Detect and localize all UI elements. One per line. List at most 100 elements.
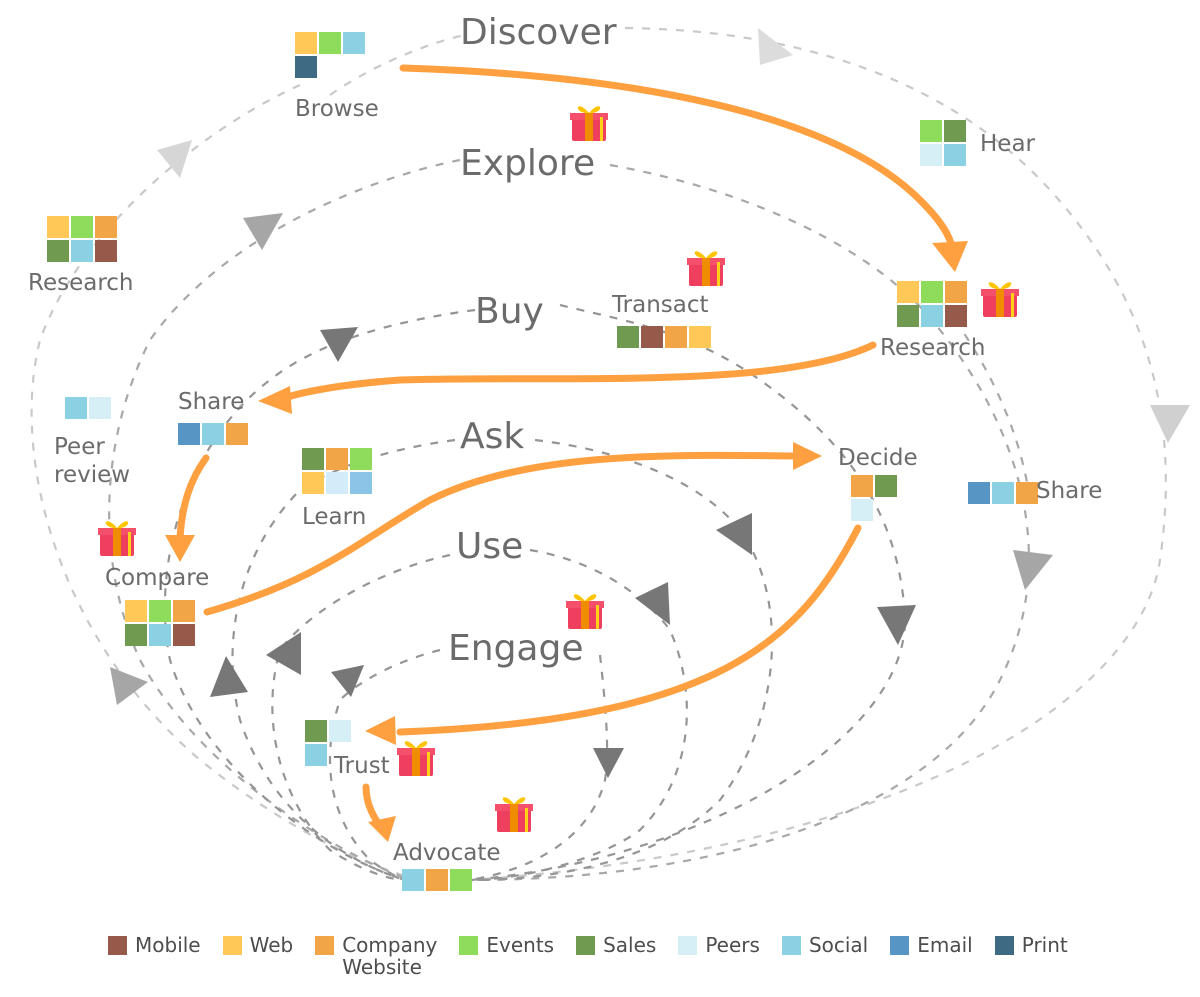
arrow-buy [320,327,358,362]
channel-swatch-company-website [945,281,967,303]
stage-engage: Engage [448,628,583,669]
legend-item-events: Events [459,934,554,978]
customer-journey-diagram: Discover Explore Buy Ask Use Engage Brow… [28,12,1190,891]
gift-icon [687,251,725,286]
legend-swatch [315,936,335,955]
channel-swatch-email [968,482,990,504]
arrow-share-right-down [1013,550,1053,590]
node-label: Peer [54,434,105,460]
channel-swatch-company-website [173,600,195,622]
node-label: Research [880,335,986,361]
channel-swatch-peers [851,499,873,521]
legend-item-mobile: Mobile [108,934,201,978]
channel-swatch-email [178,423,200,445]
channel-swatch-events [71,216,93,238]
legend-swatch [459,936,479,955]
gift-icon [566,594,604,629]
channel-swatch-company-website [95,216,117,238]
legend-item-company-website: Company Website [315,934,437,978]
gift-icon [570,106,608,141]
legend-label: Web [249,933,294,957]
node-compare: Compare [105,565,209,646]
legend-swatch [576,936,596,955]
channel-swatch-sales [305,720,327,742]
channel-swatch-web [125,600,147,622]
channel-swatch-sales [944,120,966,142]
channel-swatch-events [319,32,341,54]
legend-label: Social [808,933,869,957]
channel-swatch-sales [302,448,324,470]
stage-discover: Discover [460,12,617,53]
node-label: Trust [333,753,390,779]
channel-swatch-mobile [945,305,967,327]
channel-swatch-social [944,144,966,166]
channel-swatch-company-website [426,869,448,891]
legend-swatch [890,936,910,955]
channel-swatch-sales [617,326,639,348]
channel-swatch-peers [920,144,942,166]
channel-swatch-mobile [641,326,663,348]
orange-share-to-compare [176,454,210,542]
legend-item-social: Social [781,933,869,978]
explore-path [108,158,1030,882]
node-label: Decide [838,445,918,471]
arrow-hear-down [1150,405,1190,443]
legend-swatch [108,936,127,955]
stage-buy: Buy [475,291,544,332]
arrow-left-4 [331,665,364,697]
channel-swatch-events [921,281,943,303]
channel-swatch-web [689,326,711,348]
node-advocate: Advocate [393,840,501,891]
stage-explore: Explore [460,143,595,184]
channel-swatch-learnsocial [350,472,372,494]
channel-swatch-social [149,624,171,646]
arrow-outer-left [157,140,192,178]
buy-path [163,303,907,882]
node-label: Learn [302,504,366,530]
channel-swatch-social [343,32,365,54]
node-label: Share [178,389,244,415]
channel-swatch-social [921,305,943,327]
channel-swatch-web [295,32,317,54]
arrow-explore [243,213,283,250]
channel-swatch-peers [329,720,351,742]
channel-swatch-print [295,56,317,78]
arrow-left-3 [266,632,301,675]
channel-swatch-web [47,216,69,238]
node-label: Share [1036,478,1102,504]
node-browse: Browse [295,32,379,122]
legend-label: Company Website [342,933,438,979]
legend-label: Email [917,933,973,957]
arrow-decide-down [877,605,916,645]
node-research-left: Research [28,216,134,296]
arrow-discover [758,28,793,65]
channel-swatch-company-website [665,326,687,348]
legend-swatch [994,936,1014,955]
channel-swatch-sales [125,624,147,646]
node-label: review [54,462,130,488]
gift-icon [98,521,136,556]
node-learn: Learn [302,448,372,530]
channel-swatch-mobile [95,240,117,262]
gift-icon [981,282,1019,317]
orange-research-to-share [276,341,877,404]
arrow-left-1 [110,667,148,705]
channel-swatch-social [65,397,87,419]
channel-swatch-social [202,423,224,445]
stage-use: Use [456,526,523,567]
channel-swatch-sales [875,475,897,497]
legend-swatch [222,936,242,955]
channel-swatch-events [350,448,372,470]
legend-label: Sales [603,933,657,957]
channel-swatch-company-website [851,475,873,497]
node-transact: Transact [611,292,711,348]
node-research-right: Research [880,281,986,361]
legend-label: Mobile [135,933,201,957]
channel-swatch-learnpeers [326,472,348,494]
channel-swatch-mobile [173,624,195,646]
gift-icon [495,797,533,832]
arrow-ask [716,513,752,555]
orange-head-trust [365,716,396,745]
legend-label: Events [486,933,555,957]
channel-swatch-web [302,472,324,494]
